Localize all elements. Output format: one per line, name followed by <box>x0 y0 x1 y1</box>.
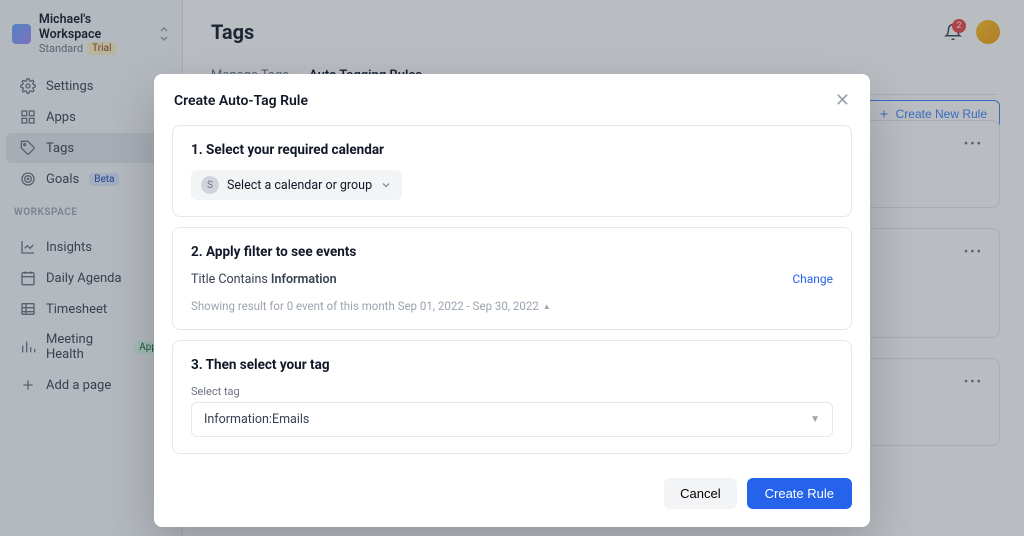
create-rule-button[interactable]: Create Rule <box>747 478 852 509</box>
filter-summary: Title Contains Information <box>191 272 337 287</box>
modal-title: Create Auto-Tag Rule <box>174 93 308 109</box>
step1-panel: 1. Select your required calendar S Selec… <box>172 125 852 217</box>
tag-select[interactable]: Information:Emails ▼ <box>191 402 833 437</box>
close-button[interactable]: ✕ <box>835 90 850 111</box>
select-tag-label: Select tag <box>191 385 833 398</box>
change-filter-link[interactable]: Change <box>792 272 833 286</box>
calendar-selector[interactable]: S Select a calendar or group <box>191 170 402 200</box>
step1-heading: 1. Select your required calendar <box>191 142 833 158</box>
calendar-letter-icon: S <box>201 176 219 194</box>
caret-down-icon: ▼ <box>810 414 820 425</box>
caret-up-icon: ▲ <box>543 302 551 311</box>
cancel-button[interactable]: Cancel <box>664 478 736 509</box>
modal-overlay: Create Auto-Tag Rule ✕ 1. Select your re… <box>0 0 1024 536</box>
step2-panel: 2. Apply filter to see events Title Cont… <box>172 227 852 330</box>
result-summary[interactable]: Showing result for 0 event of this month… <box>191 299 833 313</box>
step2-heading: 2. Apply filter to see events <box>191 244 833 260</box>
step3-panel: 3. Then select your tag Select tag Infor… <box>172 340 852 454</box>
tag-selected-value: Information:Emails <box>204 412 309 427</box>
create-auto-tag-modal: Create Auto-Tag Rule ✕ 1. Select your re… <box>154 74 870 527</box>
calendar-selected-label: Select a calendar or group <box>227 178 372 193</box>
step3-heading: 3. Then select your tag <box>191 357 833 373</box>
chevron-down-icon <box>380 179 392 191</box>
